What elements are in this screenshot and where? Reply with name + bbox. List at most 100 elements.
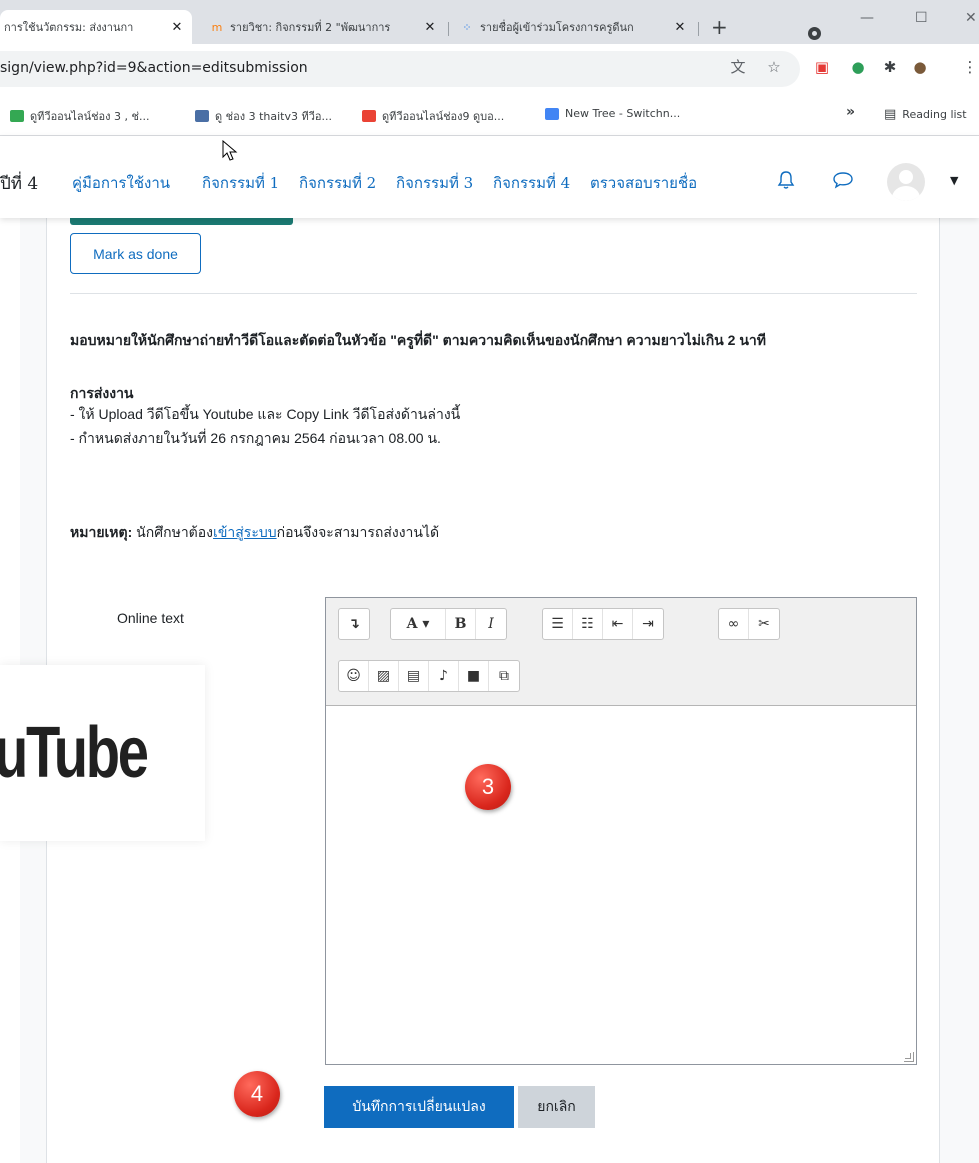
user-menu-chevron-down-icon[interactable]: ▼ [950,174,958,187]
bookmark-star-icon[interactable]: ☆ [764,57,784,77]
site-navbar: ปีที่ 4 คู่มือการใช้งาน กิจกรรมที่ 1 กิจ… [0,136,979,218]
address-bar[interactable]: sign/view.php?id=9&action=editsubmission [0,51,800,87]
youtube-logo: uTube [0,665,205,841]
divider [70,293,917,294]
extension-green-icon[interactable]: ● [848,57,868,77]
minimize-icon[interactable]: — [860,10,874,26]
completion-tags [70,218,293,225]
tab-close-icon[interactable]: ✕ [671,20,689,35]
bookmark-item[interactable]: ดู ช่อง 3 thaitv3 ทีวีอ... [195,107,332,125]
editor-toolbar: ↴ A ▾ B I ☰ ☷ ⇤ ⇥ ∞ ✂ ☺ ▨ ▤ ♪ ■ ⧉ [326,598,916,706]
tab-separator [448,22,449,36]
url-text: sign/view.php?id=9&action=editsubmission [0,60,308,76]
tab-title: รายชื่อผู้เข้าร่วมโครงการครูดีนก [480,21,634,34]
moodle-favicon-icon: m [211,20,223,34]
bookmark-favicon-icon [362,110,376,122]
emoji-icon[interactable]: ☺ [339,661,369,691]
manage-files-icon[interactable]: ⧉ [489,661,519,691]
outdent-icon[interactable]: ⇤ [603,609,633,639]
tab-title: รายวิชา: กิจกรรมที่ 2 "พัฒนาการ [230,21,391,34]
online-text-label: Online text [117,610,184,626]
indent-icon[interactable]: ⇥ [633,609,663,639]
insert-media-icon[interactable]: ▤ [399,661,429,691]
bookmarks-overflow-button[interactable]: » [846,104,855,120]
nav-link-activity-3[interactable]: กิจกรรมที่ 3 [396,171,473,195]
submission-heading: การส่งงาน [70,385,134,401]
record-video-icon[interactable]: ■ [459,661,489,691]
nav-link-activity-4[interactable]: กิจกรรมที่ 4 [493,171,570,195]
note-label: หมายเหตุ: [70,524,133,540]
browser-tab-active[interactable]: การใช้นวัตกรรม: ส่งงานกา ✕ [0,10,192,44]
translate-icon[interactable]: 文 [728,57,748,77]
tab-close-icon[interactable]: ✕ [421,20,439,35]
tab-close-icon[interactable]: ✕ [168,20,186,35]
note-text-pre: นักศึกษาต้อง [132,524,214,540]
insert-image-icon[interactable]: ▨ [369,661,399,691]
bookmark-item[interactable]: ดูทีวีออนไลน์ช่อง9 ดูบอ... [362,107,504,125]
login-link[interactable]: เข้าสู่ระบบ [213,524,277,540]
toolbar-group-toggle: ↴ [338,608,370,640]
toolbar-group-lists: ☰ ☷ ⇤ ⇥ [542,608,664,640]
editor-text-area[interactable] [326,706,916,1064]
mark-as-done-button[interactable]: Mark as done [70,233,201,274]
online-text-editor: ↴ A ▾ B I ☰ ☷ ⇤ ⇥ ∞ ✂ ☺ ▨ ▤ ♪ ■ ⧉ [325,597,917,1065]
record-audio-icon[interactable]: ♪ [429,661,459,691]
reading-list-button[interactable]: ▤ Reading list [884,107,967,122]
notification-bell-icon[interactable] [777,170,795,195]
nav-site-name[interactable]: ปีที่ 4 [0,170,38,197]
forms-favicon-icon: ⁘ [462,20,472,34]
login-note: หมายเหตุ: นักศึกษาต้องเข้าสู่ระบบก่อนจึง… [70,522,439,544]
toolbar-group-format: A ▾ B I [390,608,507,640]
reading-list-label: Reading list [902,108,967,121]
assignment-description: มอบหมายให้นักศึกษาถ่ายทำวีดีโอและตัดต่อใ… [70,332,766,348]
nav-link-manual[interactable]: คู่มือการใช้งาน [72,171,170,195]
bookmark-favicon-icon [10,110,24,122]
resize-handle-icon[interactable] [904,1052,914,1062]
mouse-cursor-icon [222,140,238,161]
browser-tab-bar: การใช้นวัตกรรม: ส่งงานกา ✕ m รายวิชา: กิ… [0,0,979,44]
step-marker-4: 4 [234,1071,280,1117]
extension-red-icon[interactable]: ▣ [812,57,832,77]
save-changes-button[interactable]: บันทึกการเปลี่ยนแปลง [324,1086,514,1128]
submission-instruction-2: - กำหนดส่งภายในวันที่ 26 กรกฎาคม 2564 ก่… [70,430,441,446]
messages-chat-icon[interactable] [832,170,854,195]
user-avatar-icon[interactable]: ● [910,57,930,77]
new-tab-button[interactable]: + [711,17,728,37]
paragraph-style-icon[interactable]: A ▾ [391,609,446,639]
browser-toolbar: sign/view.php?id=9&action=editsubmission… [0,44,979,94]
bookmark-label: New Tree - Switchn... [565,107,681,120]
menu-kebab-icon[interactable]: ⋮ [960,57,979,77]
bookmarks-bar: ดูทีวีออนไลน์ช่อง 3 , ช่... ดู ช่อง 3 th… [0,94,979,136]
user-avatar[interactable] [887,163,925,201]
show-more-buttons-icon[interactable]: ↴ [339,609,369,639]
bookmark-label: ดูทีวีออนไลน์ช่อง 3 , ช่... [30,110,150,123]
bookmark-item[interactable]: New Tree - Switchn... [545,107,680,120]
bookmark-label: ดูทีวีออนไลน์ช่อง9 ดูบอ... [382,110,505,123]
cancel-button[interactable]: ยกเลิก [518,1086,595,1128]
chrome-profile-icon[interactable] [808,27,821,40]
step-marker-3: 3 [465,764,511,810]
bookmark-item[interactable]: ดูทีวีออนไลน์ช่อง 3 , ช่... [10,107,149,125]
browser-tab[interactable]: m รายวิชา: กิจกรรมที่ 2 "พัฒนาการ ✕ [200,10,445,44]
nav-link-activity-1[interactable]: กิจกรรมที่ 1 [202,171,279,195]
ordered-list-icon[interactable]: ☷ [573,609,603,639]
tab-separator [698,22,699,36]
bold-icon[interactable]: B [446,609,476,639]
bookmark-favicon-icon [195,110,209,122]
tab-title: การใช้นวัตกรรม: ส่งงานกา [4,21,134,34]
link-icon[interactable]: ∞ [719,609,749,639]
maximize-icon[interactable]: ☐ [915,10,928,26]
nav-link-check-names[interactable]: ตรวจสอบรายชื่อ [590,171,697,195]
bookmark-favicon-icon [545,107,559,120]
youtube-logo-text: uTube [0,713,149,793]
window-close-icon[interactable]: ✕ [965,10,977,26]
nav-link-activity-2[interactable]: กิจกรรมที่ 2 [299,171,376,195]
browser-tab[interactable]: ⁘ รายชื่อผู้เข้าร่วมโครงการครูดีนก ✕ [450,10,695,44]
reading-list-icon: ▤ [884,107,897,122]
extensions-puzzle-icon[interactable]: ✱ [880,57,900,77]
unlink-icon[interactable]: ✂ [749,609,779,639]
unordered-list-icon[interactable]: ☰ [543,609,573,639]
submission-instruction-1: - ให้ Upload วีดีโอขึ้น Youtube และ Copy… [70,406,461,422]
bookmark-label: ดู ช่อง 3 thaitv3 ทีวีอ... [215,110,332,123]
italic-icon[interactable]: I [476,609,506,639]
